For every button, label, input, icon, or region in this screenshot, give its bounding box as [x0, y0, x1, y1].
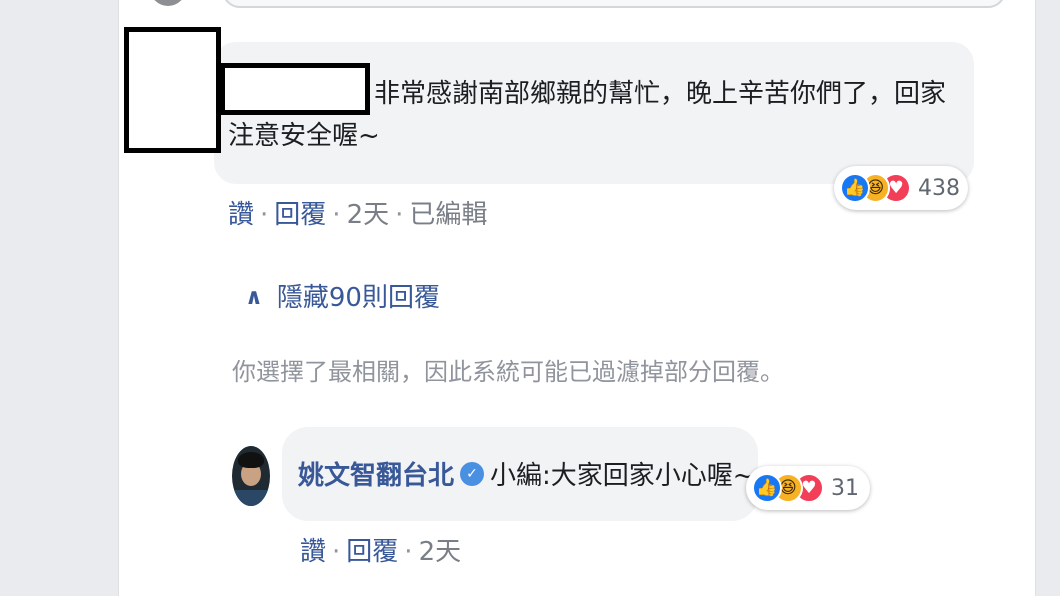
- redacted-avatar: [124, 27, 221, 153]
- comment-text: 非常感謝南部鄉親的幫忙，晚上辛苦你們了，回家 注意安全喔~: [228, 73, 954, 157]
- comment-text-line2: 注意安全喔~: [228, 121, 380, 151]
- redacted-author-name: [220, 63, 370, 115]
- reaction-count: 438: [918, 175, 961, 201]
- verified-badge-icon: ✓: [460, 462, 484, 486]
- reply-link[interactable]: 回覆: [346, 537, 398, 567]
- comment-reactions[interactable]: 👍 😆 ♥ 438: [834, 166, 968, 210]
- reply-text: 小編:大家回家小心喔~: [490, 461, 755, 491]
- avatar[interactable]: [232, 446, 270, 506]
- like-link[interactable]: 讚: [228, 200, 254, 230]
- timestamp[interactable]: 2天: [347, 200, 390, 230]
- reply-actions: 讚 · 回覆 · 2天: [300, 537, 462, 567]
- like-reaction-icon: 👍: [752, 473, 782, 503]
- comment-text-line1: 非常感謝南部鄉親的幫忙，晚上辛苦你們了，回家: [374, 79, 947, 109]
- comment-actions: 讚 · 回覆 · 2天 · 已編輯: [228, 200, 488, 230]
- reply-reactions[interactable]: 👍 😆 ♥ 31: [746, 466, 870, 510]
- timestamp[interactable]: 2天: [419, 537, 462, 567]
- hide-replies-label: 隱藏90則回覆: [276, 283, 440, 313]
- hide-replies-toggle[interactable]: ∧ 隱藏90則回覆: [245, 282, 440, 314]
- reply-link[interactable]: 回覆: [274, 200, 326, 230]
- comment-input[interactable]: [222, 0, 1006, 8]
- like-link[interactable]: 讚: [300, 537, 326, 567]
- like-reaction-icon: 👍: [840, 173, 870, 203]
- reaction-count: 31: [831, 475, 859, 501]
- edited-label[interactable]: 已編輯: [409, 200, 487, 230]
- chevron-up-icon: ∧: [245, 285, 263, 310]
- filter-note: 你選擇了最相關，因此系統可能已過濾掉部分回覆。: [232, 358, 784, 386]
- reply-author-link[interactable]: 姚文智翻台北: [298, 458, 454, 494]
